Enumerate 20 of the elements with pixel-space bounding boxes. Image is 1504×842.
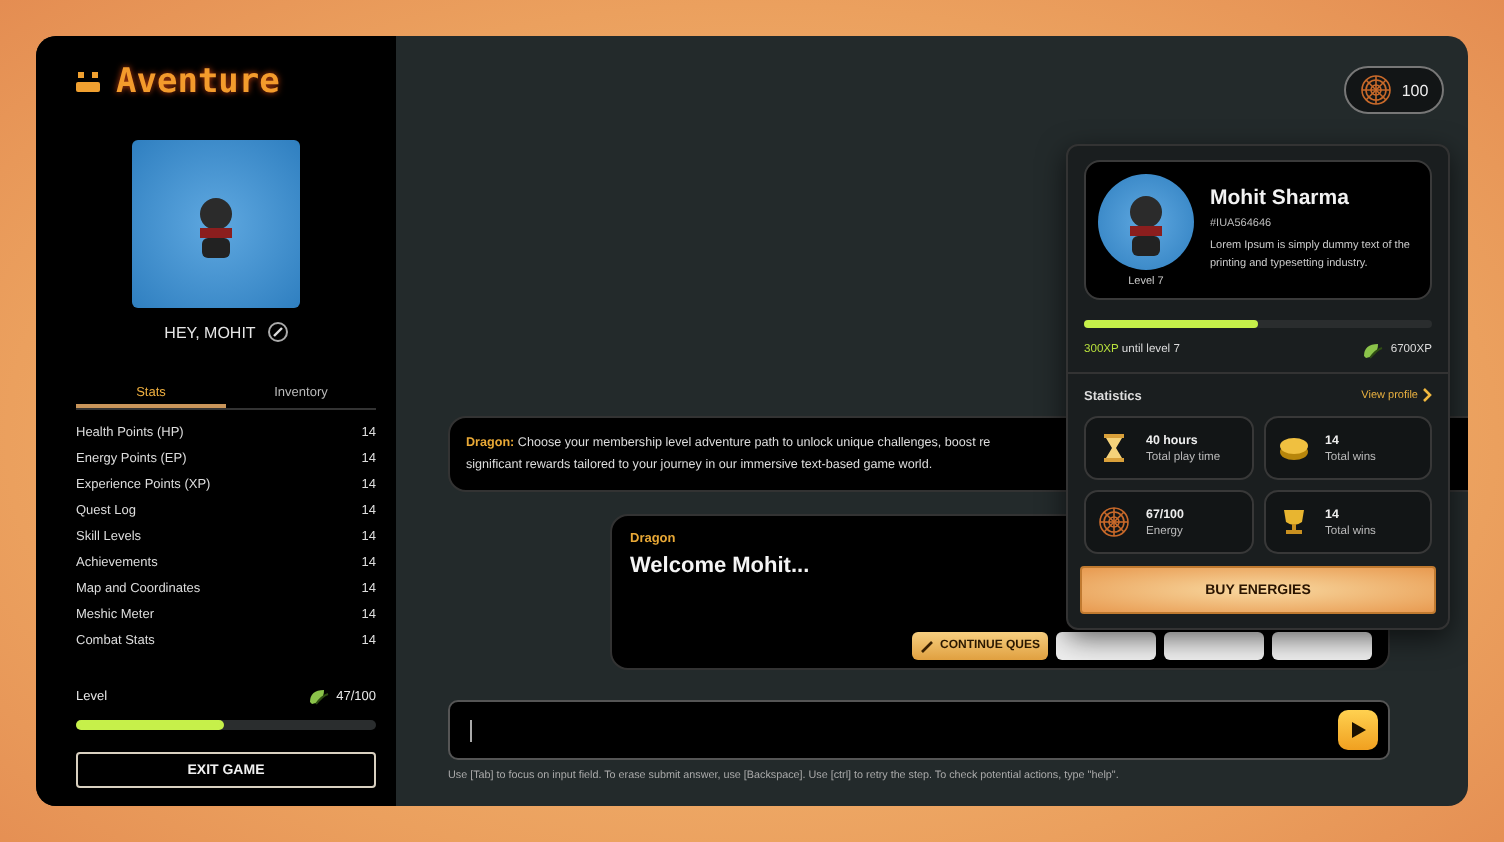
chevron-right-icon xyxy=(1422,388,1432,402)
send-button[interactable] xyxy=(1338,710,1378,750)
message-heading: Welcome Mohit... xyxy=(630,554,812,578)
app-logo: Aventure xyxy=(116,62,280,102)
leaf-icon xyxy=(306,686,331,706)
game-controller-icon xyxy=(76,70,100,94)
message-input-field[interactable] xyxy=(448,700,1390,760)
greeting-text: HEY, MOHIT xyxy=(164,323,256,341)
edit-name-button[interactable] xyxy=(267,322,288,342)
profile-name: Mohit Sharma xyxy=(1210,186,1351,210)
leaf-icon xyxy=(1360,340,1385,360)
energy-counter-button[interactable]: 100 xyxy=(1344,66,1444,114)
hourglass-icon xyxy=(1098,432,1130,464)
action-button[interactable] xyxy=(1056,632,1156,660)
spider-web-icon xyxy=(1359,74,1392,106)
spider-web-icon xyxy=(1098,506,1130,538)
coin-stack-icon xyxy=(1277,432,1309,464)
pencil-icon xyxy=(919,639,934,653)
play-icon xyxy=(1350,722,1366,738)
pencil-icon xyxy=(271,326,284,338)
